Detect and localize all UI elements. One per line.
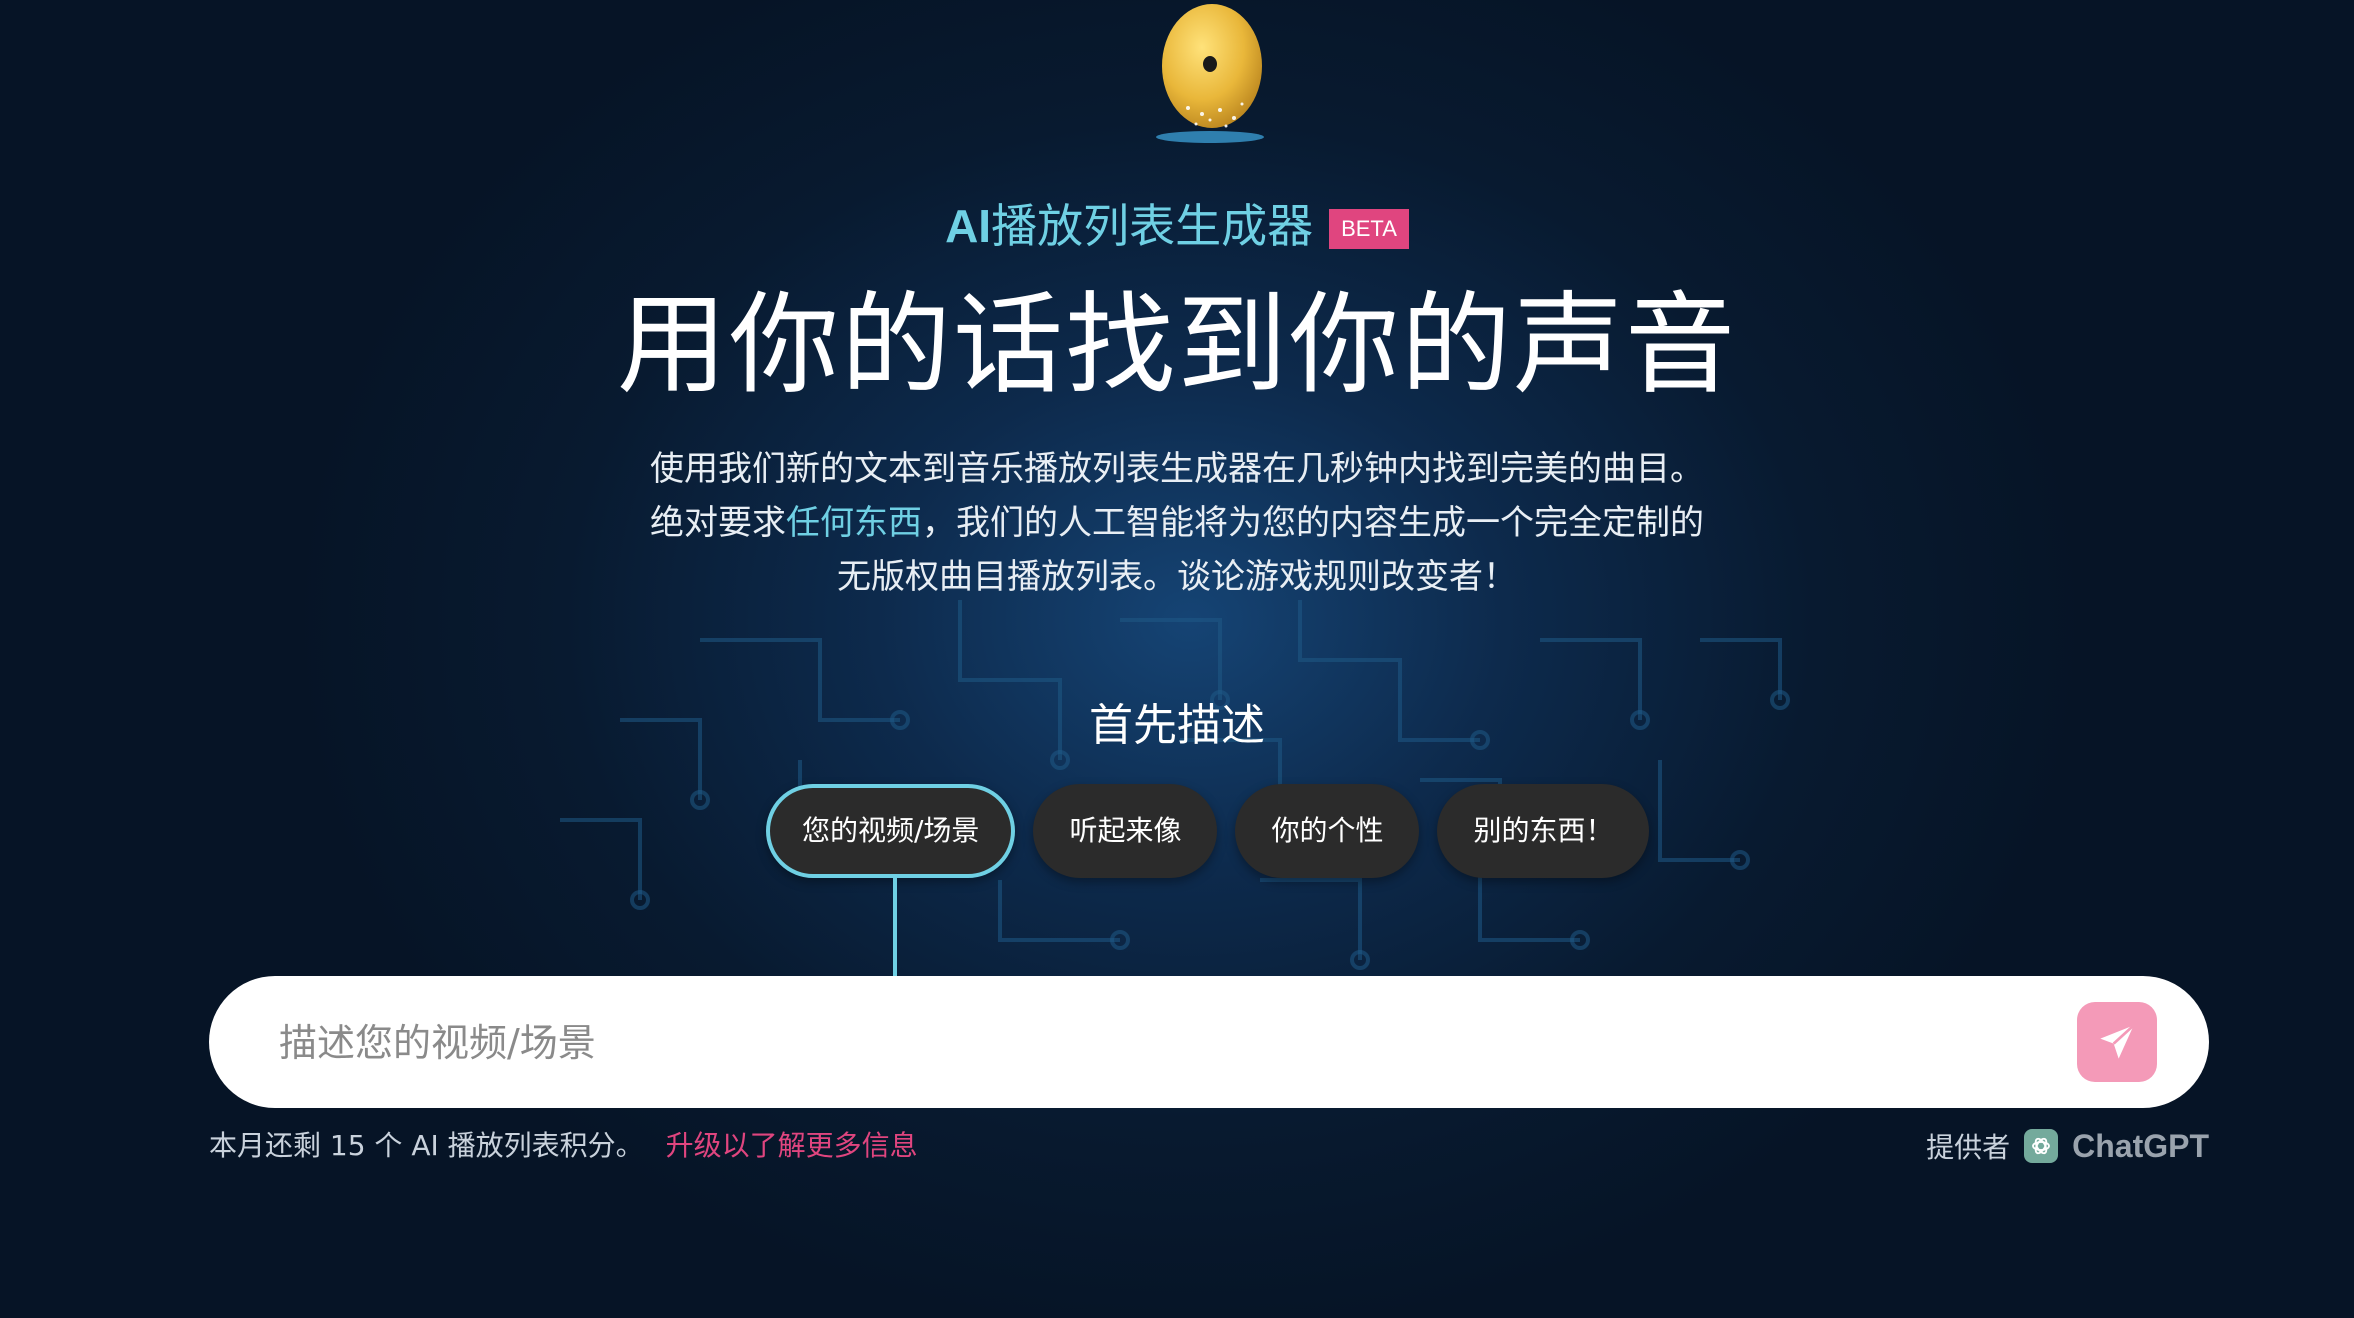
active-option-connector [893,878,897,976]
prompt-box [209,976,2209,1108]
beta-badge: BETA [1329,209,1409,249]
describe-options: 您的视频/场景 听起来像 你的个性 别的东西！ [766,784,1650,878]
send-button[interactable] [2077,1002,2157,1082]
anything-link[interactable]: 任何东西 [786,503,922,543]
brand-title: AI播放列表生成器 BETA [0,196,2354,256]
hero-description: 使用我们新的文本到音乐播放列表生成器在几秒钟内找到完美的曲目。 绝对要求任何东西… [527,442,1827,604]
step-title: 首先描述 [1089,700,1265,751]
page-headline: 用你的话找到你的声音 [617,281,1737,409]
brand-name: 播放列表生成器 [991,199,1314,253]
desc-line-2-post: ，我们的人工智能将为您的内容生成一个完全定制的 [922,503,1704,543]
option-personality[interactable]: 你的个性 [1235,784,1420,878]
desc-line-1: 使用我们新的文本到音乐播放列表生成器在几秒钟内找到完美的曲目。 [650,449,1704,489]
page: AI播放列表生成器 BETA 用你的话找到你的声音 使用我们新的文本到音乐播放列表… [0,0,2354,1318]
desc-line-2-pre: 绝对要求 [650,503,786,543]
option-video-scene[interactable]: 您的视频/场景 [766,784,1016,878]
provider-label: 提供者 [1926,1131,2011,1164]
openai-icon [2024,1129,2059,1163]
option-sounds-like[interactable]: 听起来像 [1033,784,1218,878]
upgrade-link[interactable]: 升级以了解更多信息 [666,1129,918,1162]
brand-prefix: AI [945,200,992,252]
paper-plane-icon [2100,1024,2135,1059]
desc-line-3: 无版权曲目播放列表。谈论游戏规则改变者！ [837,557,1517,597]
credits-text: 本月还剩 15 个 AI 播放列表积分。 [209,1129,644,1162]
provider-credit: 提供者 ChatGPT [1926,1126,2209,1166]
prompt-input[interactable] [277,1002,2061,1084]
option-something-else[interactable]: 别的东西！ [1437,784,1650,878]
golden-disc-logo [1156,4,1264,143]
provider-name[interactable]: ChatGPT [2072,1128,2209,1165]
credits-info: 本月还剩 15 个 AI 播放列表积分。 升级以了解更多信息 [209,1126,918,1166]
desc-line-2: 绝对要求任何东西，我们的人工智能将为您的内容生成一个完全定制的 [527,496,1827,550]
